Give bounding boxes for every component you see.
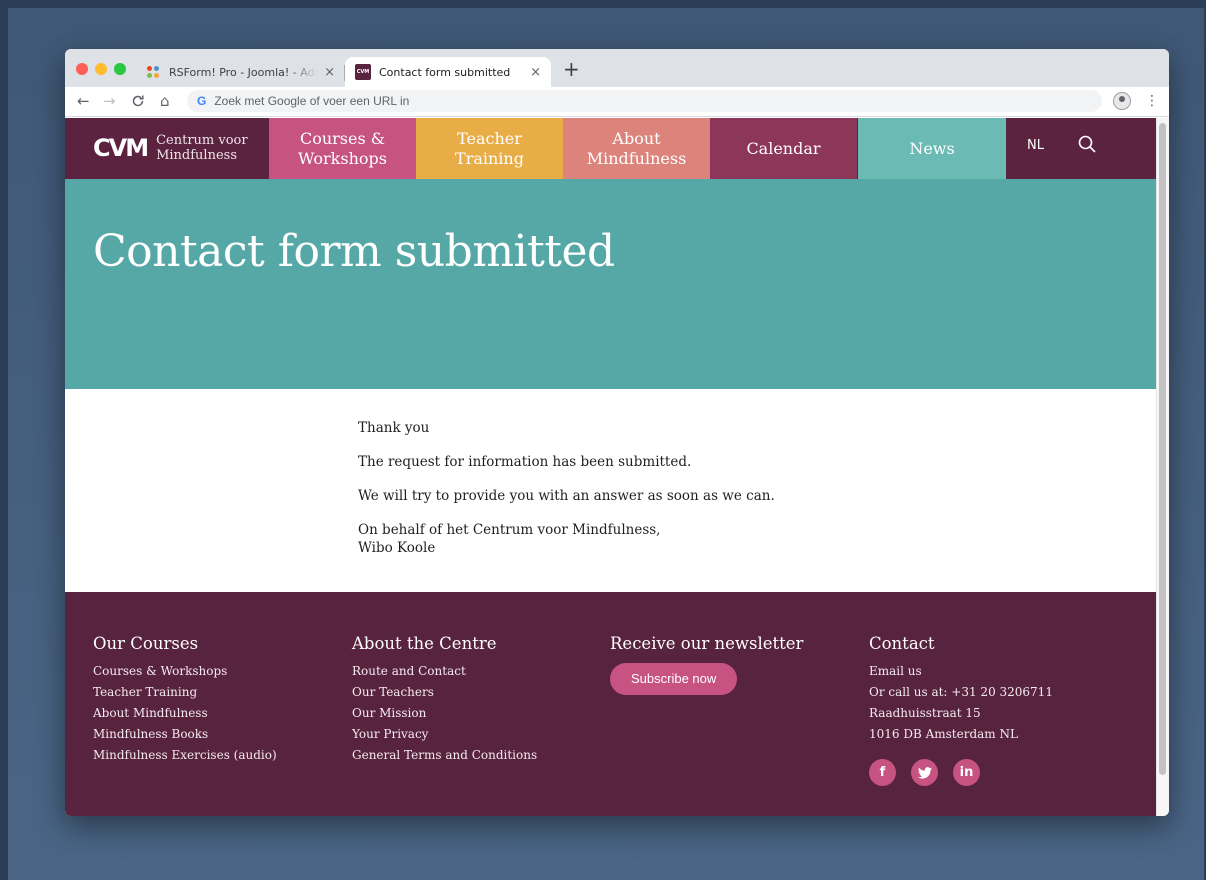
nav-label-line-1: Courses & [299,128,386,148]
footer-contact: Contact Email us Or call us at: +31 20 3… [869,634,1053,786]
nav-label-line-2: Training [455,148,524,168]
subscribe-button[interactable]: Subscribe now [610,663,738,695]
signature-line-1: On behalf of het Centrum voor Mindfulnes… [358,522,661,538]
email-link[interactable]: Email us [869,661,1053,682]
twitter-icon[interactable] [911,759,938,786]
close-window-button[interactable] [76,63,88,75]
social-links: f in [869,759,1053,786]
new-tab-button[interactable]: + [563,59,580,79]
cvm-logo-icon: CVM [93,134,149,162]
signature-name: Wibo Koole [358,540,436,556]
footer-heading: Contact [869,634,935,653]
back-icon[interactable]: ← [77,91,90,111]
tab-contact-form-submitted[interactable]: CVM Contact form submitted × [345,57,551,87]
tab-rsform[interactable]: RSForm! Pro - Joomla! - Administration × [135,57,345,87]
nav-calendar[interactable]: Calendar [710,118,857,179]
address-placeholder: Zoek met Google of voer een URL in [214,94,410,108]
nav-about-mindfulness[interactable]: About Mindfulness [563,118,710,179]
google-icon: G [197,94,207,108]
home-icon[interactable]: ⌂ [160,91,170,111]
nav-label-line-2: Mindfulness [586,148,687,168]
browser-toolbar: ← → ⌂ G Zoek met Google of voer een URL … [65,87,1169,117]
footer-heading: About the Centre [352,634,497,653]
site-logo[interactable]: CVM Centrum voor Mindfulness [93,133,248,163]
nav-teacher-training[interactable]: Teacher Training [416,118,563,179]
tab-title: RSForm! Pro - Joomla! - Administration [169,65,318,79]
address-bar[interactable]: G Zoek met Google of voer een URL in [187,90,1102,112]
joomla-icon [145,64,161,80]
nav-label: Teacher Training [455,129,524,169]
footer-link[interactable]: Teacher Training [93,682,277,703]
footer-link[interactable]: General Terms and Conditions [352,745,537,766]
tab-title: Contact form submitted [379,65,511,79]
maximize-window-button[interactable] [114,63,126,75]
browser-menu-icon[interactable]: ⋮ [1145,91,1159,111]
logo-line-1: Centrum voor [156,133,248,148]
footer-link[interactable]: Route and Contact [352,661,537,682]
linkedin-icon[interactable]: in [953,759,980,786]
nav-label-line-1: About [612,128,661,148]
footer-link[interactable]: Courses & Workshops [93,661,277,682]
minimize-window-button[interactable] [95,63,107,75]
logo-text: Centrum voor Mindfulness [156,133,248,163]
tab-strip: RSForm! Pro - Joomla! - Administration ×… [65,49,1169,87]
search-icon[interactable] [1078,135,1096,153]
reload-icon[interactable] [131,91,145,113]
signature: On behalf of het Centrum voor Mindfulnes… [358,521,958,557]
hero-banner: Contact form submitted [65,179,1156,389]
footer-heading: Receive our newsletter [610,634,804,653]
close-tab-icon[interactable]: × [324,65,335,80]
footer-link[interactable]: Our Teachers [352,682,537,703]
main-content: Thank you The request for information ha… [358,419,958,573]
nav-courses-workshops[interactable]: Courses & Workshops [269,118,416,179]
site-footer: Our Courses Courses & Workshops Teacher … [65,592,1156,816]
nav-label: News [909,138,955,158]
nav-label-line-2: Workshops [298,148,387,168]
footer-about-centre: About the Centre Route and Contact Our T… [352,634,537,766]
site-navigation: CVM Centrum voor Mindfulness Courses & Wo… [65,118,1156,179]
footer-newsletter: Receive our newsletter Subscribe now [610,634,803,695]
close-tab-icon[interactable]: × [530,65,541,80]
page-viewport: CVM Centrum voor Mindfulness Courses & Wo… [65,118,1156,816]
scrollbar-thumb[interactable] [1159,123,1166,775]
footer-link[interactable]: Our Mission [352,703,537,724]
nav-label: Courses & Workshops [298,129,387,169]
language-switch[interactable]: NL [1027,138,1044,153]
thank-you-text: Thank you [358,420,430,436]
footer-link[interactable]: Your Privacy [352,724,537,745]
profile-avatar-icon[interactable] [1113,92,1131,110]
forward-icon[interactable]: → [103,91,116,111]
footer-link[interactable]: Mindfulness Books [93,724,277,745]
logo-line-2: Mindfulness [156,148,237,163]
facebook-icon[interactable]: f [869,759,896,786]
page-title: Contact form submitted [93,226,615,277]
footer-our-courses: Our Courses Courses & Workshops Teacher … [93,634,277,766]
nav-label: Calendar [746,138,821,158]
phone-text: Or call us at: +31 20 3206711 [869,685,1053,699]
footer-link[interactable]: About Mindfulness [93,703,277,724]
nav-label: About Mindfulness [587,129,687,169]
browser-window: RSForm! Pro - Joomla! - Administration ×… [65,49,1169,816]
nav-news[interactable]: News [858,118,1006,179]
answer-text: We will try to provide you with an answe… [358,488,775,504]
footer-heading: Our Courses [93,634,199,653]
address-city: 1016 DB Amsterdam NL [869,727,1018,741]
cvm-favicon-icon: CVM [355,64,371,80]
address-street: Raadhuisstraat 15 [869,706,981,720]
nav-label-line-1: Teacher [457,128,522,148]
footer-link[interactable]: Mindfulness Exercises (audio) [93,745,277,766]
submitted-text: The request for information has been sub… [358,454,692,470]
